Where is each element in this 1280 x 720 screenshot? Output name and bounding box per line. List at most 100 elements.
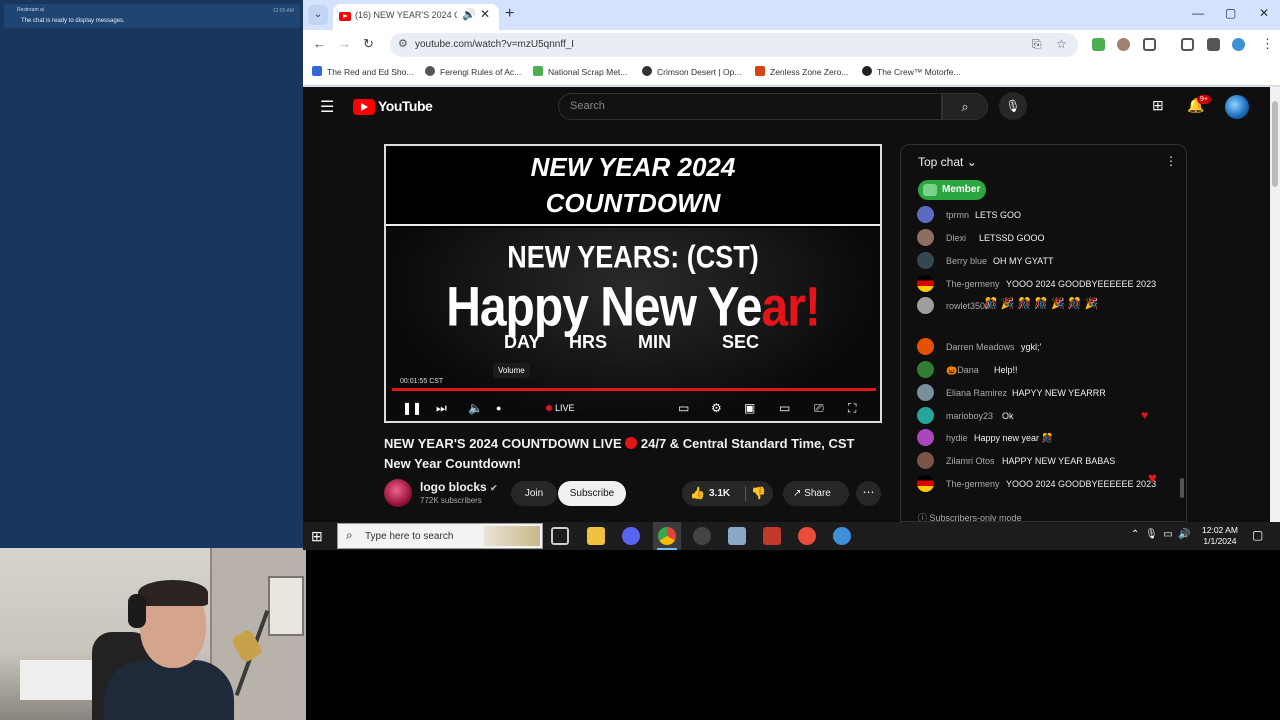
page-scrollbar[interactable]	[1270, 87, 1280, 522]
tab-search-button[interactable]: ⌄	[308, 5, 328, 25]
theater-mode-icon[interactable]: ▭	[779, 401, 790, 415]
channel-name[interactable]: logo blocks ✔	[420, 480, 498, 494]
chat-avatar	[917, 475, 934, 492]
join-button[interactable]: Join	[511, 481, 557, 506]
microphone-icon[interactable]: 🎙	[1145, 529, 1158, 540]
youtube-logo-icon[interactable]	[353, 99, 375, 115]
bookmark-item[interactable]: National Scrap Met...	[533, 66, 627, 77]
cast-media-icon[interactable]	[1181, 38, 1194, 51]
extension-drive-icon[interactable]	[1092, 38, 1105, 51]
fullscreen-icon[interactable]: ⛶	[848, 401, 856, 416]
profile-avatar-icon[interactable]	[1232, 38, 1245, 51]
countdown-label-hrs: HRS	[569, 332, 608, 352]
more-actions-button[interactable]: ⋯	[856, 481, 881, 506]
info-icon: ⓘ	[918, 513, 928, 522]
restream-icon[interactable]	[798, 527, 816, 545]
notification-center-icon[interactable]: ▢	[1252, 528, 1263, 542]
voice-search-mic-icon[interactable]: 🎙	[999, 92, 1027, 120]
settings-gear-icon[interactable]: ⚙	[711, 401, 722, 415]
hamburger-menu-icon[interactable]: ☰	[320, 97, 334, 117]
bookmark-favicon-icon	[862, 66, 872, 76]
chat-scrollbar[interactable]	[1180, 478, 1184, 498]
file-explorer-icon[interactable]	[587, 527, 605, 545]
extension-cookie-icon[interactable]	[1117, 38, 1130, 51]
notification-badge: 9+	[1197, 95, 1211, 104]
task-view-icon[interactable]	[551, 527, 569, 545]
address-url[interactable]: youtube.com/watch?v=mzU5qnnff_I	[415, 39, 574, 50]
subscribe-button[interactable]: Subscribe	[558, 481, 626, 506]
extensions-puzzle-icon[interactable]	[1143, 38, 1156, 51]
bookmark-item[interactable]: Crimson Desert | Op...	[642, 66, 741, 77]
video-player[interactable]: NEW YEAR 2024 COUNTDOWN NEW YEARS: (CST)…	[384, 144, 882, 423]
create-video-icon[interactable]: ⊞	[1152, 97, 1164, 114]
video-clock: 00:01:55 CST	[400, 378, 444, 385]
new-tab-button[interactable]: +	[505, 5, 514, 23]
tab-strip: ⌄ (16) NEW YEAR'S 2024 COU 🔊 ✕ + — ▢ ✕	[303, 0, 1280, 30]
member-filter-chip[interactable]: Member	[918, 180, 986, 200]
pause-icon[interactable]: ❚❚	[402, 401, 422, 415]
miniplayer-icon[interactable]: ▣	[744, 401, 755, 415]
youtube-logo-text[interactable]: YouTube	[378, 98, 433, 114]
taskbar-clock[interactable]: 12:02 AM 1/1/2024	[1202, 525, 1238, 547]
captions-icon[interactable]: ▭	[678, 401, 689, 415]
volume-tooltip: Volume	[493, 363, 530, 378]
app-icon[interactable]	[763, 527, 781, 545]
bookmark-item[interactable]: Ferengi Rules of Ac...	[425, 66, 521, 77]
volume-slider[interactable]: ●	[496, 403, 501, 413]
app-icon[interactable]	[833, 527, 851, 545]
discord-icon[interactable]	[622, 527, 640, 545]
chrome-icon[interactable]	[658, 527, 676, 545]
chat-avatar	[917, 384, 934, 401]
forward-icon[interactable]: →	[338, 36, 351, 51]
restore-button[interactable]: ▢	[1225, 6, 1236, 20]
video-progress-bar[interactable]	[392, 388, 876, 391]
site-info-icon[interactable]: ⚙	[398, 37, 408, 50]
volume-icon[interactable]: 🔊	[1178, 529, 1190, 540]
speaker-icon[interactable]: 🔊	[462, 8, 476, 21]
address-bar[interactable]: ⚙ youtube.com/watch?v=mzU5qnnff_I ⎘ ☆	[390, 33, 1078, 57]
bookmark-item[interactable]: Zenless Zone Zero...	[755, 66, 848, 77]
bookmark-item[interactable]: The Red and Ed Sho...	[312, 66, 413, 77]
install-app-icon[interactable]: ⎘	[1032, 37, 1042, 52]
chat-options-icon[interactable]: ⋮	[1165, 154, 1177, 168]
search-icon: ⌕	[346, 528, 353, 542]
app-icon[interactable]	[728, 527, 746, 545]
window-close-button[interactable]: ✕	[1259, 6, 1269, 20]
youtube-search-input[interactable]: Search	[558, 93, 942, 120]
channel-avatar[interactable]	[384, 479, 412, 507]
video-banner-line2: COUNTDOWN	[545, 188, 721, 218]
account-avatar[interactable]	[1225, 95, 1249, 119]
taskbar-search-input[interactable]: ⌕ Type here to search	[337, 523, 543, 549]
webcam-shelf	[20, 660, 100, 700]
reload-icon[interactable]: ↻	[363, 36, 374, 52]
bookmark-item[interactable]: The Crew™ Motorfe...	[862, 66, 961, 77]
browser-menu-icon[interactable]: ⋮	[1261, 36, 1274, 52]
next-icon[interactable]: ⏭	[436, 401, 447, 416]
page-scrollbar-thumb[interactable]	[1272, 101, 1278, 187]
share-button[interactable]: ↗ Share	[783, 481, 849, 506]
obs-icon[interactable]	[693, 527, 711, 545]
network-icon[interactable]: ▭	[1163, 529, 1172, 540]
volume-icon[interactable]: 🔈	[468, 401, 483, 415]
chevron-up-icon[interactable]: ⌃	[1131, 529, 1139, 540]
heart-reaction-icon: ♥	[1141, 408, 1149, 422]
tab-youtube[interactable]: (16) NEW YEAR'S 2024 COU 🔊 ✕	[333, 4, 499, 30]
live-indicator[interactable]: LIVE	[546, 403, 575, 413]
windows-start-icon[interactable]: ⊞	[311, 528, 323, 545]
bookmark-star-icon[interactable]: ☆	[1056, 37, 1067, 51]
overlay-message-sender: Restream ai	[17, 7, 44, 13]
thumbs-up-icon[interactable]: 👍	[690, 486, 705, 500]
minimize-button[interactable]: —	[1192, 6, 1204, 20]
back-icon[interactable]: ←	[313, 36, 326, 51]
system-tray[interactable]: ⌃ 🎙 ▭ 🔊	[1131, 529, 1191, 540]
search-icon[interactable]: ⌕	[942, 93, 988, 120]
cast-icon[interactable]: ⎚	[814, 401, 824, 416]
chat-mode-dropdown[interactable]: Top chat ⌄	[918, 155, 977, 169]
like-count[interactable]: 3.1K	[709, 488, 730, 499]
tab-close-icon[interactable]: ✕	[480, 7, 490, 21]
thumbs-down-icon[interactable]: 👎	[751, 486, 766, 500]
bookmark-favicon-icon	[642, 66, 652, 76]
tab-title: (16) NEW YEAR'S 2024 COU	[355, 10, 457, 20]
heart-reaction-icon: ♥	[1148, 470, 1157, 487]
side-panel-icon[interactable]	[1207, 38, 1220, 51]
